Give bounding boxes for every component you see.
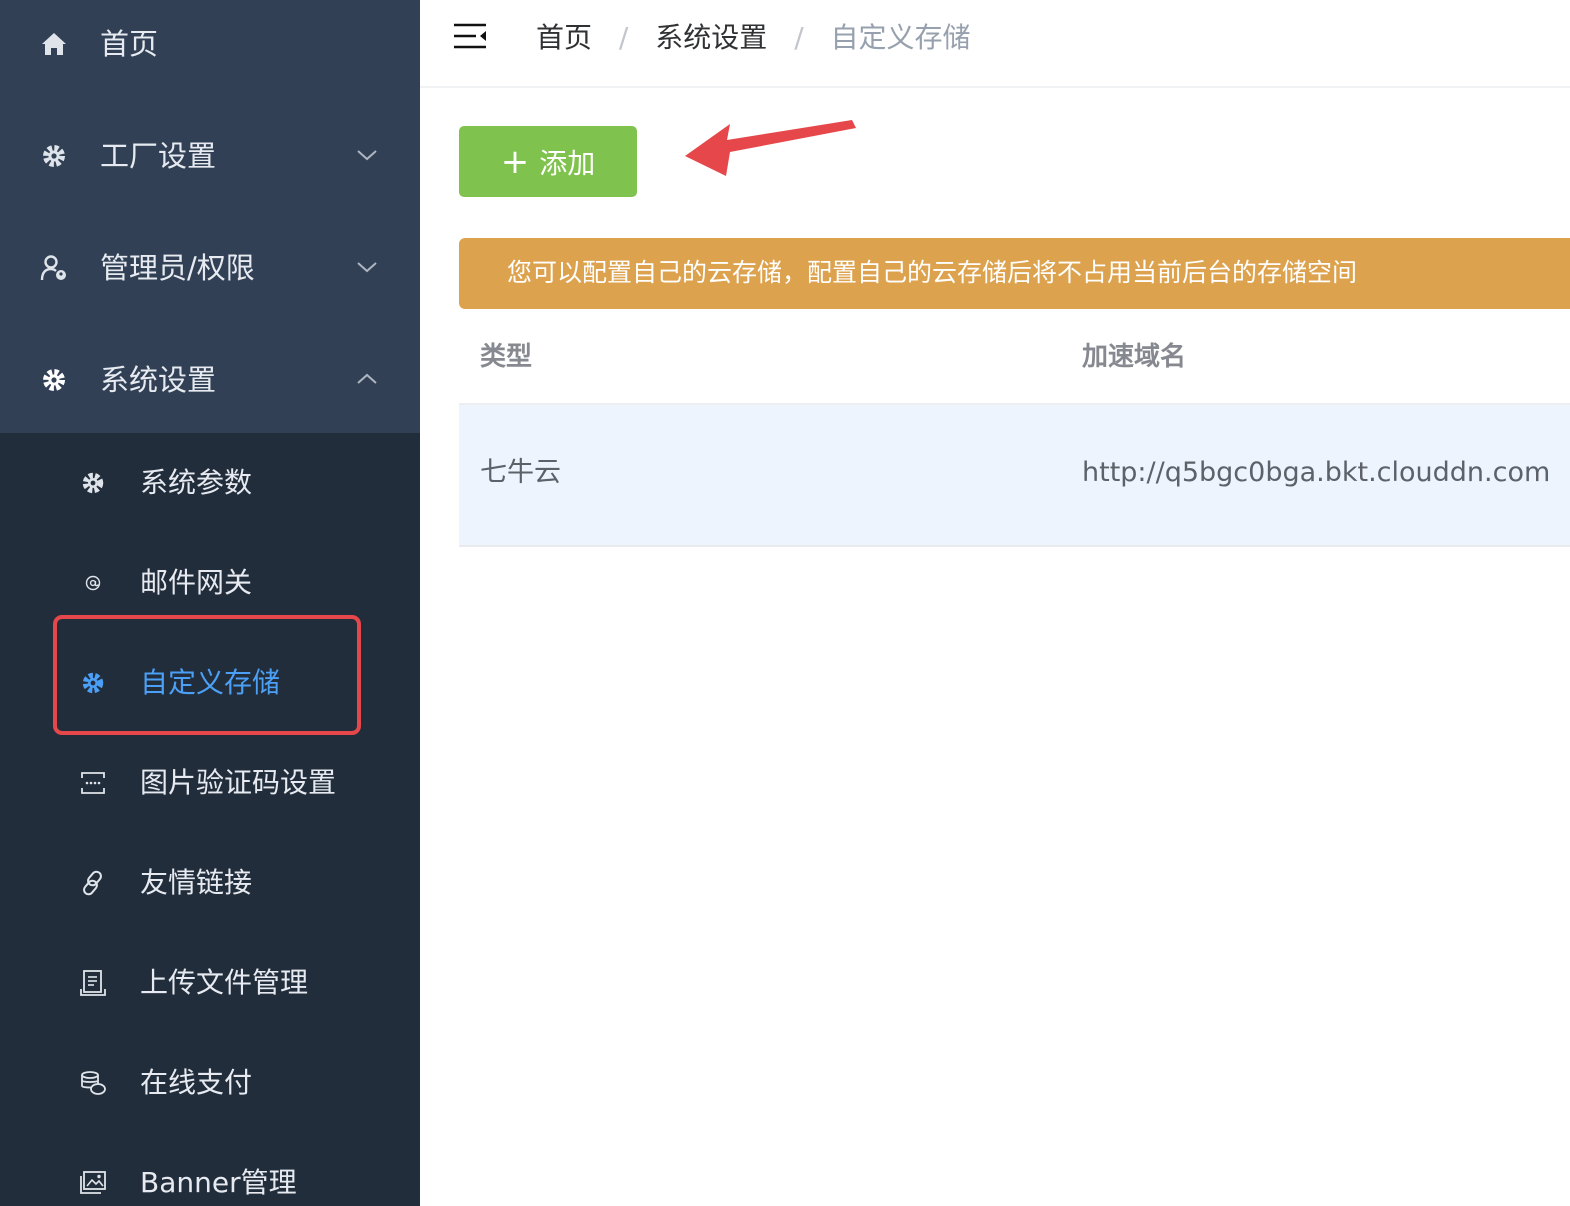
annotation-highlight-box bbox=[53, 615, 361, 735]
sidebar-item-system-settings[interactable]: 系统设置 bbox=[0, 336, 420, 448]
breadcrumb-item-current: 自定义存储 bbox=[830, 21, 971, 54]
sidebar-item-admin-permissions[interactable]: 管理员/权限 bbox=[0, 224, 420, 336]
sidebar-item-upload-file-management[interactable]: 上传文件管理 bbox=[0, 933, 420, 1033]
plus-icon: + bbox=[500, 141, 530, 182]
image-icon bbox=[80, 1171, 106, 1194]
at-icon bbox=[85, 575, 101, 591]
sidebar-item-label: 系统设置 bbox=[100, 363, 217, 397]
coins-icon bbox=[81, 1071, 106, 1095]
sidebar-item-label: 上传文件管理 bbox=[140, 966, 309, 999]
sidebar-top-group: 首页 工厂设置 管理员/权限 系统设置 bbox=[0, 0, 420, 433]
sidebar-item-label: 在线支付 bbox=[140, 1066, 253, 1099]
breadcrumb: 首页 / 系统设置 / 自定义存储 bbox=[536, 18, 971, 58]
sidebar-item-friend-links[interactable]: 友情链接 bbox=[0, 833, 420, 933]
file-manage-icon bbox=[80, 970, 106, 996]
column-header-domain: 加速域名 bbox=[1082, 342, 1187, 372]
sidebar-item-label: 管理员/权限 bbox=[100, 251, 255, 285]
sidebar-item-captcha-settings[interactable]: 图片验证码设置 bbox=[0, 733, 420, 833]
sidebar: 首页 工厂设置 管理员/权限 系统设置 系统参数 邮件网关 自定义存储 图片验证… bbox=[0, 0, 420, 1206]
sidebar-item-label: 友情链接 bbox=[140, 866, 253, 899]
sidebar-item-label: 图片验证码设置 bbox=[140, 766, 337, 799]
sidebar-item-system-params[interactable]: 系统参数 bbox=[0, 433, 420, 533]
cell-domain: http://q5bgc0bga.bkt.clouddn.com bbox=[1082, 457, 1551, 488]
sidebar-item-label: 首页 bbox=[100, 27, 159, 61]
gear-icon bbox=[43, 145, 65, 167]
sidebar-item-label: 工厂设置 bbox=[100, 139, 217, 173]
sidebar-item-label: 邮件网关 bbox=[140, 566, 253, 599]
gear-icon bbox=[43, 369, 65, 391]
info-alert: 您可以配置自己的云存储，配置自己的云存储后将不占用当前后台的存储空间 bbox=[459, 238, 1570, 309]
breadcrumb-item-system-settings[interactable]: 系统设置 bbox=[655, 21, 767, 54]
user-key-icon bbox=[40, 255, 66, 281]
add-button-label: 添加 bbox=[539, 146, 596, 180]
breadcrumb-separator: / bbox=[618, 21, 629, 54]
captcha-icon bbox=[81, 772, 105, 794]
sidebar-item-home[interactable]: 首页 bbox=[0, 0, 420, 112]
cell-type: 七牛云 bbox=[480, 457, 561, 488]
sidebar-item-online-payment[interactable]: 在线支付 bbox=[0, 1033, 420, 1133]
sidebar-item-banner-management[interactable]: Banner管理 bbox=[0, 1133, 420, 1206]
home-icon bbox=[42, 33, 66, 55]
top-bar: 首页 / 系统设置 / 自定义存储 bbox=[420, 0, 1570, 88]
chevron-down-icon bbox=[357, 150, 377, 161]
chevron-down-icon bbox=[357, 262, 377, 273]
table-header: 类型 加速域名 bbox=[459, 309, 1570, 405]
add-button[interactable]: + 添加 bbox=[459, 126, 637, 197]
annotation-arrow bbox=[685, 120, 856, 176]
sidebar-item-label: Banner管理 bbox=[140, 1166, 297, 1199]
menu-fold-icon[interactable] bbox=[453, 20, 487, 52]
gear-icon bbox=[82, 472, 104, 494]
breadcrumb-item-home[interactable]: 首页 bbox=[536, 21, 592, 54]
chevron-up-icon bbox=[357, 373, 377, 384]
column-header-type: 类型 bbox=[480, 342, 533, 372]
sidebar-item-factory-settings[interactable]: 工厂设置 bbox=[0, 112, 420, 224]
breadcrumb-separator: / bbox=[794, 21, 804, 54]
sidebar-item-label: 系统参数 bbox=[140, 466, 253, 499]
table-row[interactable]: 七牛云 http://q5bgc0bga.bkt.clouddn.com bbox=[459, 405, 1570, 547]
link-icon bbox=[83, 870, 102, 896]
storage-table: 类型 加速域名 七牛云 http://q5bgc0bga.bkt.clouddn… bbox=[459, 309, 1570, 547]
alert-text: 您可以配置自己的云存储，配置自己的云存储后将不占用当前后台的存储空间 bbox=[507, 258, 1358, 287]
